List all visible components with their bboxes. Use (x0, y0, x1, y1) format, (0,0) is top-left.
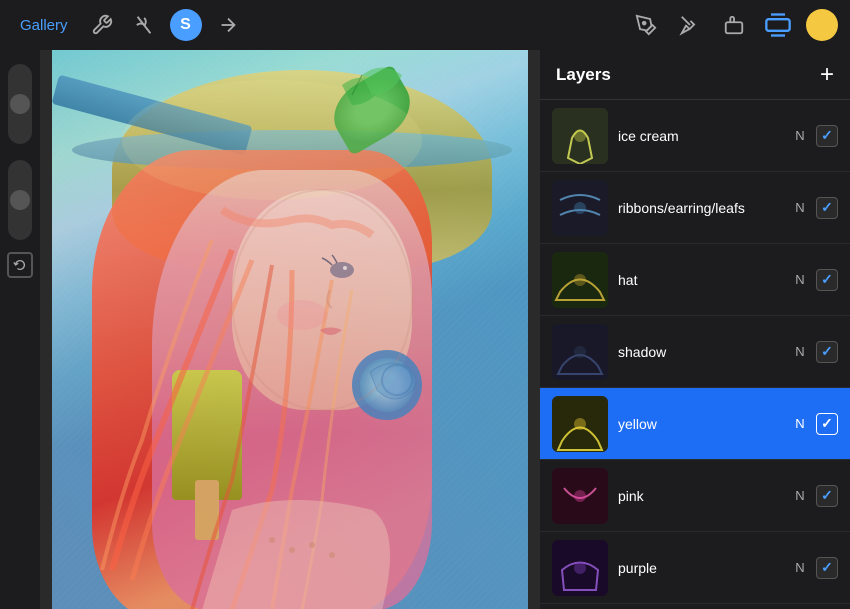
layer-visibility-shadow[interactable]: ✓ (816, 341, 838, 363)
layer-item-yellow[interactable]: yellow N ✓ (540, 388, 850, 460)
main-content: Layers + ice cream N ✓ (0, 50, 850, 609)
wrench-icon[interactable] (86, 9, 118, 41)
layer-item-purple[interactable]: purple N ✓ (540, 532, 850, 604)
layer-name-ice-cream: ice cream (618, 128, 784, 144)
add-layer-button[interactable]: + (820, 63, 834, 87)
layer-mode-shadow: N (792, 344, 808, 359)
check-icon-pink: ✓ (821, 487, 833, 504)
layer-thumbnail-shadow (552, 324, 608, 380)
layers-toggle-icon[interactable] (762, 9, 794, 41)
color-picker-circle[interactable] (806, 9, 838, 41)
layer-info-pink: pink N ✓ (618, 485, 838, 507)
check-icon-yellow: ✓ (821, 415, 833, 432)
layer-item-shadow[interactable]: shadow N ✓ (540, 316, 850, 388)
layer-name-ribbons-earring-leafs: ribbons/earring/leafs (618, 200, 784, 216)
layer-visibility-yellow[interactable]: ✓ (816, 413, 838, 435)
layer-mode-yellow: N (792, 416, 808, 431)
layer-item-ice-cream[interactable]: ice cream N ✓ (540, 100, 850, 172)
layers-panel-title: Layers (556, 65, 611, 85)
canvas-area (40, 50, 540, 609)
eraser-tool-icon[interactable] (718, 9, 750, 41)
layer-mode-ribbons-earring-leafs: N (792, 200, 808, 215)
brush-size-slider[interactable] (8, 64, 32, 144)
transform-icon[interactable] (212, 9, 244, 41)
layer-item-hair[interactable]: hair N ✓ (540, 604, 850, 609)
layer-info-hat: hat N ✓ (618, 269, 838, 291)
toolbar: Gallery S (0, 0, 850, 50)
layer-mode-purple: N (792, 560, 808, 575)
layer-thumbnail-hat (552, 252, 608, 308)
layer-visibility-ribbons-earring-leafs[interactable]: ✓ (816, 197, 838, 219)
layers-list: ice cream N ✓ ribbons/earring/leafs N ✓ (540, 100, 850, 609)
toolbar-left: Gallery S (12, 9, 244, 41)
layer-info-ice-cream: ice cream N ✓ (618, 125, 838, 147)
pen-tool-icon[interactable] (630, 9, 662, 41)
layer-name-shadow: shadow (618, 344, 784, 360)
layer-name-yellow: yellow (618, 416, 784, 432)
layer-name-purple: purple (618, 560, 784, 576)
layer-info-shadow: shadow N ✓ (618, 341, 838, 363)
check-icon-ribbons-earring-leafs: ✓ (821, 199, 833, 216)
layer-mode-ice-cream: N (792, 128, 808, 143)
artwork-canvas (52, 50, 528, 609)
layer-thumbnail-purple (552, 540, 608, 596)
magic-wand-icon[interactable] (128, 9, 160, 41)
check-icon-shadow: ✓ (821, 343, 833, 360)
smudge-tool-icon[interactable] (674, 9, 706, 41)
layer-visibility-ice-cream[interactable]: ✓ (816, 125, 838, 147)
layers-panel: Layers + ice cream N ✓ (540, 50, 850, 609)
layer-name-hat: hat (618, 272, 784, 288)
layers-header: Layers + (540, 50, 850, 100)
undo-icon[interactable] (7, 252, 33, 278)
artwork (52, 50, 528, 609)
layer-visibility-purple[interactable]: ✓ (816, 557, 838, 579)
layer-thumbnail-yellow (552, 396, 608, 452)
layer-visibility-pink[interactable]: ✓ (816, 485, 838, 507)
layer-info-purple: purple N ✓ (618, 557, 838, 579)
check-icon-purple: ✓ (821, 559, 833, 576)
check-icon-hat: ✓ (821, 271, 833, 288)
opacity-slider[interactable] (8, 160, 32, 240)
art-svg-overlay (52, 50, 528, 609)
layer-thumbnail-pink (552, 468, 608, 524)
layer-name-pink: pink (618, 488, 784, 504)
layer-mode-hat: N (792, 272, 808, 287)
check-icon-ice-cream: ✓ (821, 127, 833, 144)
layer-thumbnail-ice-cream (552, 108, 608, 164)
layer-item-hat[interactable]: hat N ✓ (540, 244, 850, 316)
layer-item-pink[interactable]: pink N ✓ (540, 460, 850, 532)
gallery-button[interactable]: Gallery (12, 13, 76, 38)
layer-thumbnail-ribbons-earring-leafs (552, 180, 608, 236)
layer-item-ribbons-earring-leafs[interactable]: ribbons/earring/leafs N ✓ (540, 172, 850, 244)
selection-tool-badge[interactable]: S (170, 9, 202, 41)
left-sidebar (0, 50, 40, 609)
layer-visibility-hat[interactable]: ✓ (816, 269, 838, 291)
layer-info-ribbons-earring-leafs: ribbons/earring/leafs N ✓ (618, 197, 838, 219)
layer-info-yellow: yellow N ✓ (618, 413, 838, 435)
layer-mode-pink: N (792, 488, 808, 503)
toolbar-right (630, 9, 838, 41)
